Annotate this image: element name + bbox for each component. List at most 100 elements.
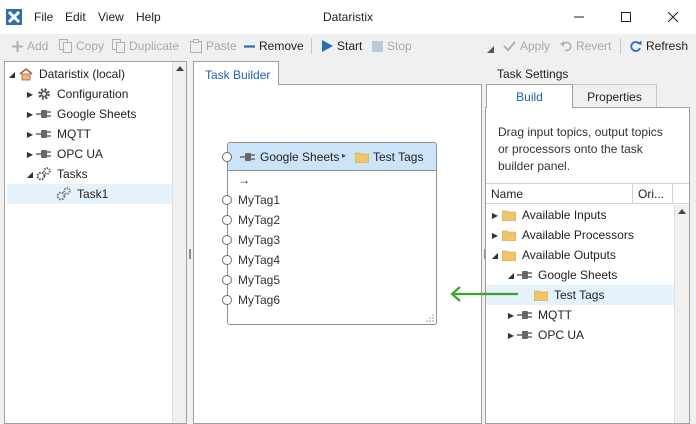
tab-properties[interactable]: Properties [573,84,657,108]
input-port[interactable] [222,152,232,162]
maximize-button[interactable] [603,0,649,34]
resize-grip-icon[interactable] [425,313,434,322]
node-tag-row[interactable]: MyTag6 [222,290,428,310]
node-source-label: Google Sheets [260,150,340,164]
tree-item-task1[interactable]: Task1 [7,184,173,204]
tree-item-available-processors[interactable]: ▶ Available Processors [486,225,674,245]
left-splitter-handle[interactable] [189,249,191,259]
node-tag-row[interactable]: MyTag1 [222,190,428,210]
tree-item-output-mqtt[interactable]: ▶ MQTT [486,305,674,325]
minimize-button[interactable] [556,0,602,34]
maximize-icon [621,12,631,22]
node-tag-row[interactable]: MyTag5 [222,270,428,290]
expand-arrow-icon[interactable]: ◢ [490,251,500,260]
menu-view[interactable]: View [98,10,124,24]
paste-button[interactable]: Paste [190,38,237,54]
breadcrumb-separator-icon: ▸ [342,151,347,160]
tree-item-root[interactable]: ◢ Dataristix (local) [7,64,173,84]
collapsed-arrow-icon[interactable]: ▶ [506,311,516,320]
tree-item-opc-ua[interactable]: ▶ OPC UA [7,144,173,164]
plug-icon [516,308,534,322]
plug-icon [516,268,534,282]
tree-item-mqtt[interactable]: ▶ MQTT [7,124,173,144]
dataristix-logo-icon [6,9,22,25]
tag-label: MyTag4 [238,253,281,267]
apply-button[interactable]: Apply [503,38,550,54]
plug-icon [35,147,53,161]
collapsed-arrow-icon[interactable]: ▶ [25,110,35,119]
collapsed-arrow-icon[interactable]: ▶ [490,231,500,240]
expand-arrow-icon[interactable]: ◢ [506,271,516,280]
tag-port[interactable] [222,275,232,285]
tab-task-builder[interactable]: Task Builder [193,61,279,85]
close-button[interactable] [650,0,696,34]
tree-item-available-inputs[interactable]: ▶ Available Inputs [486,205,674,225]
tree-item-google-sheets[interactable]: ▶ Google Sheets [7,104,173,124]
explorer-panel: ◢ Dataristix (local) ▶ Configuration ▶ G… [4,61,187,424]
toolbar: Add Copy Duplicate Paste Remove Start St… [0,34,696,58]
close-icon [668,12,678,22]
explorer-tree: ◢ Dataristix (local) ▶ Configuration ▶ G… [7,64,173,204]
collapsed-arrow-icon[interactable]: ▶ [25,130,35,139]
tag-port[interactable] [222,295,232,305]
expand-arrow-icon[interactable]: ◢ [25,170,35,179]
tree-label: OPC UA [57,147,104,161]
refresh-button[interactable]: Refresh [629,38,688,54]
column-header-name[interactable]: Name [491,187,523,201]
column-header-origin[interactable]: Ori... [638,187,664,201]
gears-icon [55,187,73,201]
stop-button[interactable]: Stop [372,38,412,54]
start-button[interactable]: Start [322,38,362,54]
plug-icon [516,328,534,342]
play-icon [322,40,333,52]
tree-item-output-google-sheets[interactable]: ◢ Google Sheets [486,265,674,285]
tag-label: MyTag3 [238,233,281,247]
tab-build[interactable]: Build [486,84,573,108]
minus-icon [244,44,255,48]
tag-port[interactable] [222,255,232,265]
collapsed-arrow-icon[interactable]: ▶ [25,150,35,159]
folder-icon [532,288,550,302]
toolbar-separator [311,38,312,54]
collapsed-arrow-icon[interactable]: ▶ [490,211,500,220]
tag-port[interactable] [222,215,232,225]
folder-icon [500,248,518,262]
node-tag-row[interactable]: MyTag2 [222,210,428,230]
tag-port[interactable] [222,235,232,245]
node-tag-row[interactable]: MyTag4 [222,250,428,270]
menu-edit[interactable]: Edit [65,10,86,24]
remove-button[interactable]: Remove [244,38,304,54]
scroll-up-icon[interactable] [678,209,686,214]
collapsed-arrow-icon[interactable]: ▶ [25,90,35,99]
menu-help[interactable]: Help [136,10,161,24]
left-scrollbar[interactable] [172,62,186,423]
revert-button[interactable]: Revert [560,38,611,54]
plug-icon [35,127,53,141]
collapsed-arrow-icon[interactable]: ▶ [506,331,516,340]
tree-item-tasks[interactable]: ◢ Tasks [7,164,173,184]
task-node[interactable]: Google Sheets ▸ Test Tags → MyTag1 MyTag… [222,142,437,325]
tag-label: MyTag5 [238,273,281,287]
tree-item-available-outputs[interactable]: ◢ Available Outputs [486,245,674,265]
arrow-icon: → [238,173,250,187]
add-button[interactable]: Add [12,38,48,54]
tag-port[interactable] [222,195,232,205]
refresh-icon [630,40,642,52]
tree-item-configuration[interactable]: ▶ Configuration [7,84,173,104]
column-divider[interactable] [632,184,633,203]
column-divider[interactable] [672,184,673,203]
tag-label: MyTag1 [238,193,281,207]
menu-file[interactable]: File [34,10,53,24]
toolbar-separator [620,38,621,54]
right-scrollbar[interactable] [674,205,689,423]
node-header[interactable]: Google Sheets ▸ Test Tags [228,143,436,171]
expand-arrow-icon[interactable]: ◢ [7,70,17,79]
drag-hint-arrow-icon [450,286,518,302]
tree-item-output-opc-ua[interactable]: ▶ OPC UA [486,325,674,345]
duplicate-button[interactable]: Duplicate [112,38,179,54]
copy-button[interactable]: Copy [59,38,104,54]
plug-icon [240,153,255,161]
scroll-up-icon[interactable] [176,66,184,71]
node-tag-row[interactable]: MyTag3 [222,230,428,250]
node-target-label: Test Tags [373,150,424,164]
